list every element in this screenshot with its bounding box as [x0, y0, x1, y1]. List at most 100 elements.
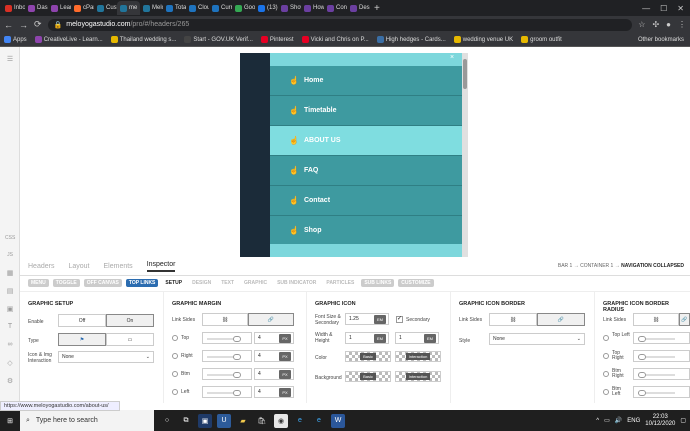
- new-tab-icon[interactable]: +: [374, 3, 380, 14]
- border-unlink-icon[interactable]: ⛓: [489, 313, 537, 326]
- panel-tab[interactable]: Elements: [104, 263, 133, 270]
- browser-tab[interactable]: Design: [347, 1, 370, 15]
- border-style-select[interactable]: None ⌄: [489, 333, 585, 345]
- app-launcher-icon[interactable]: ▣: [198, 413, 212, 428]
- maximize-icon[interactable]: ☐: [660, 4, 667, 13]
- menu-item[interactable]: ☝ Contact: [270, 186, 462, 216]
- bookmark-item[interactable]: wedding venue UK: [453, 35, 513, 43]
- margin-unit[interactable]: PX: [279, 370, 291, 379]
- browser-tab[interactable]: Custo: [94, 1, 117, 15]
- bookmark-item[interactable]: High hedges - Cards...: [376, 35, 446, 43]
- edge-icon[interactable]: e: [293, 414, 307, 428]
- minimize-icon[interactable]: —: [642, 4, 650, 13]
- layers-icon[interactable]: ▦: [5, 269, 15, 277]
- reload-icon[interactable]: ⟳: [34, 19, 42, 30]
- margin-side-radio[interactable]: [172, 335, 178, 341]
- inspector-subtab[interactable]: OFF CANVAS: [83, 279, 122, 287]
- type-flag-icon[interactable]: ⚑: [58, 333, 106, 346]
- border-link-icon[interactable]: 🔗: [537, 313, 585, 326]
- inspector-subtab[interactable]: PARTICLES: [323, 279, 357, 287]
- background-basic-swatch[interactable]: Basic: [345, 371, 391, 382]
- enable-off-button[interactable]: Off: [58, 314, 106, 327]
- unlink-icon[interactable]: ⛓: [202, 313, 248, 326]
- file-explorer-icon[interactable]: ▰: [236, 414, 250, 428]
- radius-link-icon[interactable]: 🔗: [679, 313, 690, 326]
- store-icon[interactable]: 🛍: [255, 414, 269, 428]
- radius-unlink-icon[interactable]: ⛓: [633, 313, 679, 326]
- star-icon[interactable]: ☆: [638, 20, 645, 29]
- radius-corner-radio[interactable]: [603, 335, 609, 341]
- scrollbar-thumb[interactable]: [463, 59, 467, 89]
- margin-unit[interactable]: PX: [279, 388, 291, 397]
- extension-icon[interactable]: ✣: [652, 20, 659, 29]
- inspector-subtab[interactable]: TOGGLE: [52, 279, 80, 287]
- close-window-icon[interactable]: ✕: [677, 4, 684, 13]
- hamburger-icon[interactable]: ☰: [5, 55, 15, 63]
- taskbar-search[interactable]: ⌕ Type here to search: [20, 410, 154, 431]
- menu-item[interactable]: ☝ FAQ: [270, 156, 462, 186]
- margin-slider[interactable]: [202, 350, 252, 362]
- edge-legacy-icon[interactable]: e: [312, 414, 326, 428]
- notifications-icon[interactable]: ▢: [680, 417, 686, 424]
- panel-tab[interactable]: Headers: [28, 263, 54, 270]
- type-image-icon[interactable]: ▭: [106, 333, 154, 346]
- browser-tab[interactable]: me: [117, 1, 140, 15]
- browser-tab[interactable]: Conve: [324, 1, 347, 15]
- menu-item[interactable]: ☝ Timetable: [270, 96, 462, 126]
- menu-item[interactable]: ☝ Shop: [270, 216, 462, 246]
- browser-tab[interactable]: (13) C: [255, 1, 278, 15]
- bookmark-item[interactable]: Vicki and Chris on P...: [301, 35, 369, 43]
- radius-slider[interactable]: [633, 350, 690, 362]
- text-icon[interactable]: T: [5, 323, 15, 331]
- js-link[interactable]: JS: [5, 252, 15, 260]
- browser-tab[interactable]: Curre: [209, 1, 232, 15]
- close-menu-icon[interactable]: ×: [450, 54, 454, 61]
- panel-tab[interactable]: Layout: [68, 263, 89, 270]
- margin-slider[interactable]: [202, 332, 252, 344]
- css-link[interactable]: CSS: [5, 235, 15, 243]
- inspector-subtab[interactable]: TEXT: [218, 279, 237, 287]
- forward-icon[interactable]: →: [19, 20, 28, 30]
- browser-tab[interactable]: How t: [301, 1, 324, 15]
- link-icon[interactable]: ∞: [5, 341, 15, 349]
- inspector-subtab[interactable]: SUB INDICATOR: [274, 279, 319, 287]
- preview-scrollbar[interactable]: [462, 53, 468, 257]
- margin-slider[interactable]: [202, 368, 252, 380]
- browser-tab[interactable]: Dashb: [25, 1, 48, 15]
- color-basic-swatch[interactable]: Basic: [345, 351, 391, 362]
- bookmark-item[interactable]: CreativeLive - Learn...: [34, 35, 103, 43]
- browser-tab[interactable]: Show: [278, 1, 301, 15]
- inspector-subtab[interactable]: TOP LINKS: [125, 279, 159, 287]
- browser-tab[interactable]: Learn: [48, 1, 71, 15]
- font-size-unit[interactable]: EM: [374, 315, 386, 324]
- windows-start-icon[interactable]: ⊞: [0, 410, 20, 431]
- browser-tab[interactable]: Cloud: [186, 1, 209, 15]
- radius-slider[interactable]: [633, 332, 690, 344]
- image-icon[interactable]: ▣: [5, 305, 15, 313]
- background-interaction-swatch[interactable]: Interaction: [395, 371, 441, 382]
- inspector-subtab[interactable]: GRAPHIC: [241, 279, 270, 287]
- tray-up-arrow-icon[interactable]: ^: [596, 418, 599, 424]
- menu-item[interactable]: ☝ ABOUT US: [270, 126, 462, 156]
- link-icon[interactable]: 🔗: [248, 313, 294, 326]
- margin-unit[interactable]: PX: [279, 352, 291, 361]
- margin-unit[interactable]: PX: [279, 334, 291, 343]
- inspector-subtab[interactable]: DESIGN: [189, 279, 214, 287]
- radius-slider[interactable]: [633, 386, 690, 398]
- margin-side-radio[interactable]: [172, 371, 178, 377]
- margin-side-radio[interactable]: [172, 389, 178, 395]
- browser-tab[interactable]: Total: [163, 1, 186, 15]
- width-unit[interactable]: EM: [374, 334, 386, 343]
- bookmark-item[interactable]: Pinterest: [260, 35, 294, 43]
- language-indicator[interactable]: ENG: [627, 418, 640, 424]
- grid-icon[interactable]: ▤: [5, 287, 15, 295]
- inspector-subtab[interactable]: CUSTOMIZE: [398, 279, 434, 287]
- other-bookmarks[interactable]: Other bookmarks: [638, 37, 690, 43]
- settings-icon[interactable]: ⚙: [5, 377, 15, 385]
- radius-slider[interactable]: [633, 368, 690, 380]
- cortana-icon[interactable]: ○: [160, 414, 174, 428]
- interaction-select[interactable]: None ⌄: [58, 351, 154, 363]
- browser-tab[interactable]: cPanel: [71, 1, 94, 15]
- browser-tab[interactable]: Inbox: [2, 1, 25, 15]
- secondary-checkbox[interactable]: ✓: [396, 316, 403, 323]
